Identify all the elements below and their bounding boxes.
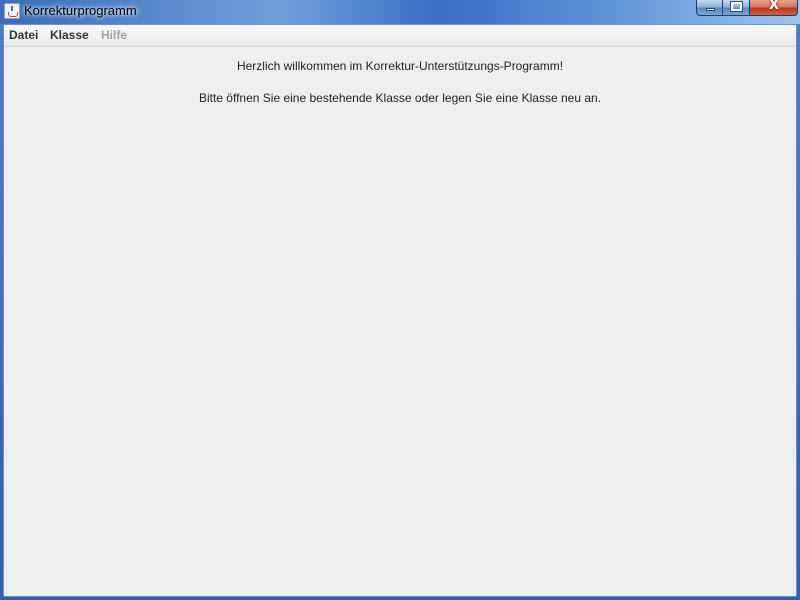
close-button[interactable]: X (750, 0, 798, 16)
client-area: Datei Klasse Hilfe Herzlich willkommen i… (3, 24, 797, 597)
maximize-button[interactable] (723, 0, 750, 16)
maximize-icon (730, 1, 743, 12)
menu-datei[interactable]: Datei (9, 25, 38, 46)
minimize-button[interactable] (696, 0, 723, 16)
minimize-icon (706, 8, 715, 11)
close-icon: X (768, 0, 780, 13)
menu-bar: Datei Klasse Hilfe (4, 25, 796, 47)
menu-klasse[interactable]: Klasse (50, 25, 89, 46)
title-bar[interactable]: Korrekturprogramm X (0, 0, 800, 24)
window-title: Korrekturprogramm (24, 3, 137, 18)
menu-hilfe: Hilfe (101, 28, 128, 42)
java-app-icon[interactable] (4, 3, 20, 19)
application-window: Korrekturprogramm X Datei Klasse Hilfe H… (0, 0, 800, 600)
welcome-message: Herzlich willkommen im Korrektur-Unterst… (236, 59, 564, 73)
instruction-message: Bitte öffnen Sie eine bestehende Klasse … (198, 91, 602, 105)
